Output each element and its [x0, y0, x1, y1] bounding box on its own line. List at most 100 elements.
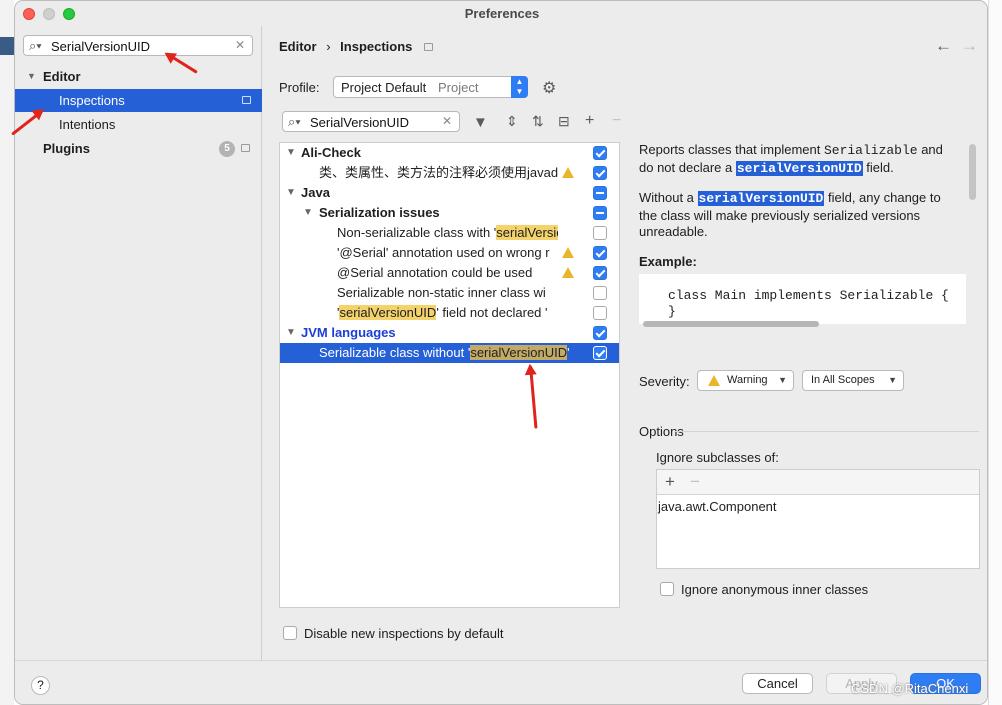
settings-search-input[interactable]: ⌕▾ SerialVersionUID ✕ [23, 35, 253, 56]
chevron-down-icon[interactable]: ▼ [27, 65, 36, 88]
checkbox-unchecked[interactable] [593, 306, 607, 320]
tree-row-label: Serializable non-static inner class wi [337, 285, 546, 300]
list-item[interactable]: java.awt.Component [658, 499, 777, 514]
list-toolbar: + − [657, 470, 979, 495]
reset-icon[interactable]: ⊟ [558, 113, 570, 130]
checkbox-checked[interactable] [593, 146, 607, 160]
example-label: Example: [639, 254, 697, 269]
filter-icon[interactable]: ▼ [473, 114, 488, 131]
chevron-updown-icon: ▲ ▼ [511, 76, 528, 98]
collapse-all-icon[interactable]: ⇅ [532, 113, 544, 130]
tree-row-serializable-without-uid[interactable]: Serializable class without 'serialVersio… [280, 343, 619, 363]
checkbox-unchecked[interactable] [593, 226, 607, 240]
background-app-right [988, 0, 1002, 705]
tree-row-serial-wrong[interactable]: '@Serial' annotation used on wrong r [280, 243, 619, 263]
chevron-down-icon[interactable]: ▼ [286, 143, 296, 163]
clear-search-icon[interactable]: ✕ [442, 114, 452, 128]
label-part: Non-serializable class with ' [337, 225, 497, 240]
vertical-scrollbar-thumb[interactable] [969, 144, 976, 200]
sidebar-item-label: Inspections [59, 93, 125, 108]
profile-scope: Project [438, 80, 479, 95]
sidebar-item-label: Intentions [59, 117, 116, 132]
window-title: Preferences [464, 6, 540, 21]
description-paragraph-2: Without a serialVersionUID field, any ch… [639, 190, 957, 241]
scrollbar-thumb[interactable] [643, 321, 819, 327]
checkbox-unchecked[interactable] [593, 286, 607, 300]
severity-value: Warning [727, 374, 768, 386]
sidebar-item-editor[interactable]: ▼ Editor [15, 65, 262, 88]
project-settings-icon [242, 96, 251, 104]
checkbox-checked[interactable] [593, 326, 607, 340]
tree-row-java[interactable]: ▼ Java [280, 183, 619, 203]
chevron-down-icon[interactable]: ▼ [303, 203, 313, 223]
minimize-window-button[interactable] [43, 8, 55, 20]
search-icon: ⌕▾ [29, 38, 42, 53]
checkbox-partial[interactable] [593, 206, 607, 220]
checkbox-checked[interactable] [593, 166, 607, 180]
profile-value: Project Default [341, 80, 427, 95]
tree-row-inner-class[interactable]: Serializable non-static inner class wi [280, 283, 619, 303]
tree-row-label: 'serialVersionUID' field not declared ' [337, 303, 558, 323]
chevron-down-icon[interactable]: ▼ [286, 323, 296, 343]
clear-search-icon[interactable]: ✕ [235, 38, 245, 52]
gear-icon[interactable]: ⚙ [542, 78, 556, 98]
scope-select[interactable]: In All Scopes ▼ [802, 370, 904, 391]
warning-icon [708, 375, 720, 386]
search-highlight: serialVersior [496, 225, 558, 240]
sidebar-item-intentions[interactable]: Intentions [15, 113, 262, 136]
tree-row-serial-could-be-used[interactable]: @Serial annotation could be used [280, 263, 619, 283]
sidebar-item-inspections[interactable]: Inspections [15, 89, 262, 112]
desc-text: Without a [639, 190, 698, 205]
watermark: CSDN @RitaChenxi [851, 681, 969, 696]
tree-row-javadoc-rule[interactable]: 类、类属性、类方法的注释必须使用javad [280, 163, 619, 183]
settings-search-value: SerialVersionUID [51, 39, 150, 54]
tree-row-label: '@Serial' annotation used on wrong r [337, 245, 550, 260]
label-part: ' [567, 345, 570, 360]
tree-row-field-not-declared[interactable]: 'serialVersionUID' field not declared ' [280, 303, 619, 323]
checkbox-checked[interactable] [593, 346, 607, 360]
project-settings-icon [424, 43, 434, 51]
add-icon[interactable]: + [585, 112, 594, 130]
cancel-button[interactable]: Cancel [742, 673, 813, 694]
settings-sidebar: ⌕▾ SerialVersionUID ✕ ▼ Editor Inspectio… [15, 26, 262, 660]
profile-select[interactable]: Project Default Project ▲ ▼ [333, 76, 528, 98]
search-icon: ⌕▾ [288, 114, 301, 129]
ignore-anonymous-checkbox[interactable] [660, 582, 674, 596]
forward-arrow-icon[interactable]: → [961, 36, 978, 56]
tree-row-non-serializable[interactable]: Non-serializable class with 'serialVersi… [280, 223, 619, 243]
tree-row-serialization-issues[interactable]: ▼ Serialization issues [280, 203, 619, 223]
expand-all-icon[interactable]: ⇕ [506, 113, 518, 130]
close-window-button[interactable] [23, 8, 35, 20]
tree-row-ali-check[interactable]: ▼ Ali-Check [280, 143, 619, 163]
desc-text: Reports classes that implement [639, 142, 824, 157]
scope-value: In All Scopes [811, 374, 875, 386]
preferences-window: Preferences ⌕▾ SerialVersionUID ✕ ▼ Edit… [14, 0, 988, 705]
inspections-filter-input[interactable]: ⌕▾ SerialVersionUID ✕ [282, 111, 460, 132]
tree-row-jvm-languages[interactable]: ▼ JVM languages [280, 323, 619, 343]
disable-new-inspections-label: Disable new inspections by default [304, 626, 504, 641]
horizontal-scrollbar[interactable] [639, 320, 966, 328]
background-tab [0, 37, 14, 55]
zoom-window-button[interactable] [63, 8, 75, 20]
remove-icon[interactable]: − [612, 112, 621, 130]
ignore-subclasses-list: + − java.awt.Component [656, 469, 980, 569]
disable-new-inspections-checkbox[interactable] [283, 626, 297, 640]
label-part: Serializable class without ' [319, 345, 471, 360]
inspection-description: Reports classes that implement Serializa… [639, 142, 979, 332]
add-icon[interactable]: + [665, 472, 675, 492]
tree-row-label: Java [301, 185, 330, 200]
back-arrow-icon[interactable]: ← [935, 36, 952, 56]
breadcrumb-separator: › [326, 39, 331, 54]
remove-icon[interactable]: − [690, 472, 700, 492]
checkbox-checked[interactable] [593, 266, 607, 280]
severity-select[interactable]: Warning ▼ [697, 370, 794, 391]
filter-value: SerialVersionUID [310, 115, 409, 130]
help-button[interactable]: ? [31, 676, 50, 695]
dialog-button-bar: ? Cancel Apply OK [15, 660, 987, 704]
checkbox-checked[interactable] [593, 246, 607, 260]
code-line: } [668, 304, 676, 319]
tree-row-label: 类、类属性、类方法的注释必须使用javad [319, 165, 559, 180]
breadcrumb-editor[interactable]: Editor [279, 39, 317, 54]
chevron-down-icon[interactable]: ▼ [286, 183, 296, 203]
checkbox-partial[interactable] [593, 186, 607, 200]
